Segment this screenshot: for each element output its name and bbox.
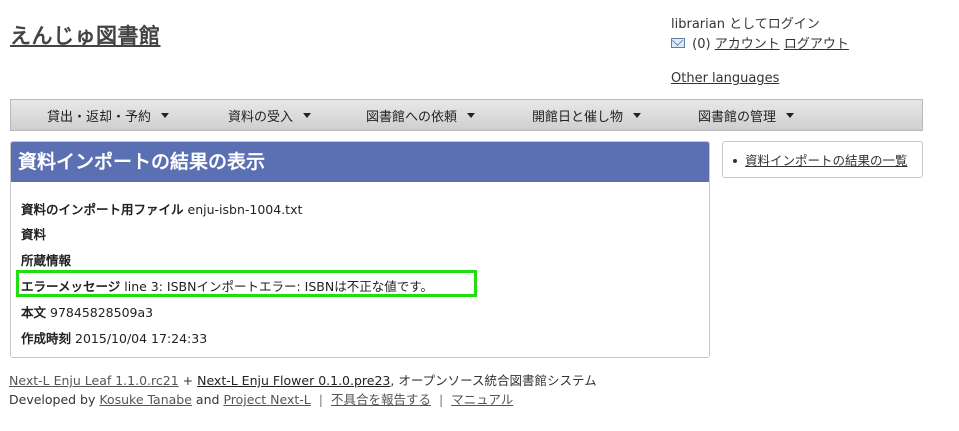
separator: |	[318, 392, 323, 407]
separator: |	[438, 392, 444, 407]
report-bug-link[interactable]: 不具合を報告する	[331, 392, 431, 407]
import-file-label: 資料のインポート用ファイル	[21, 202, 184, 217]
login-status: librarian としてログイン	[671, 17, 820, 32]
logout-link[interactable]: ログアウト	[784, 37, 849, 52]
caret-down-icon	[786, 112, 795, 118]
error-message-label: エラーメッセージ	[21, 279, 121, 294]
nav-label: 図書館への依頼	[366, 109, 458, 125]
item-row: 所蔵情報	[21, 250, 75, 269]
project-link[interactable]: Project Next-L	[223, 392, 310, 407]
other-languages-link[interactable]: Other languages	[671, 71, 779, 86]
account-link[interactable]: アカウント	[715, 37, 780, 52]
nav-admin[interactable]: 図書館の管理	[698, 106, 795, 125]
import-file-value: enju-isbn-1004.txt	[187, 202, 303, 217]
message-count: (0)	[692, 37, 711, 52]
nav-events[interactable]: 開館日と催し物	[532, 106, 642, 125]
created-row: 作成時刻 2015/10/04 17:24:33	[21, 328, 207, 347]
manual-link[interactable]: マニュアル	[451, 392, 513, 407]
page-title: 資料インポートの結果の表示	[11, 142, 709, 182]
and-text: and	[195, 392, 220, 407]
resource-row: 資料	[21, 224, 50, 243]
enju-leaf-link[interactable]: Next-L Enju Leaf 1.1.0.rc21	[9, 373, 179, 388]
created-value: 2015/10/04 17:24:33	[75, 331, 208, 346]
import-result-panel: 資料インポートの結果の表示 資料のインポート用ファイル enju-isbn-100…	[10, 141, 710, 358]
caret-down-icon	[467, 112, 476, 118]
body-value: 97845828509a3	[50, 305, 154, 320]
user-box: librarian としてログイン (0) アカウント ログアウト	[671, 15, 849, 55]
nav-label: 開館日と催し物	[532, 109, 624, 125]
body-label: 本文	[21, 305, 47, 320]
site-title[interactable]: えんじゅ図書館	[10, 20, 161, 50]
footer: Next-L Enju Leaf 1.1.0.rc21 + Next-L Enj…	[9, 371, 597, 409]
error-message-value: line 3: ISBNインポートエラー: ISBNは不正な値です。	[124, 279, 433, 294]
nav-label: 貸出・返却・予約	[47, 109, 152, 125]
main-nav: 貸出・返却・予約 資料の受入 図書館への依頼 開館日と催し物 図書館の管理	[10, 99, 923, 131]
nav-circulation[interactable]: 貸出・返却・予約	[47, 106, 170, 125]
error-message-row: エラーメッセージ line 3: ISBNインポートエラー: ISBNは不正な値で…	[21, 276, 433, 295]
author-link[interactable]: Kosuke Tanabe	[99, 392, 192, 407]
import-file-row: 資料のインポート用ファイル enju-isbn-1004.txt	[21, 199, 302, 218]
caret-down-icon	[303, 112, 312, 118]
created-label: 作成時刻	[21, 331, 72, 346]
nav-acquisition[interactable]: 資料の受入	[228, 106, 312, 125]
body-row: 本文 97845828509a3	[21, 302, 153, 321]
footer-suffix: , オープンソース統合図書館システム	[390, 373, 597, 388]
sidebar: 資料インポートの結果の一覧	[722, 141, 923, 178]
nav-label: 図書館の管理	[698, 109, 777, 125]
enju-flower-link[interactable]: Next-L Enju Flower 0.1.0.pre23	[197, 373, 390, 388]
import-results-list-link[interactable]: 資料インポートの結果の一覧	[745, 153, 908, 168]
developed-by-text: Developed by	[9, 392, 96, 407]
caret-down-icon	[161, 112, 170, 118]
resource-label: 資料	[21, 227, 47, 242]
footer-plus: +	[182, 373, 194, 388]
nav-label: 資料の受入	[228, 109, 294, 125]
bullet-icon	[733, 158, 737, 163]
nav-request[interactable]: 図書館への依頼	[366, 106, 476, 125]
caret-down-icon	[633, 112, 642, 118]
item-label: 所蔵情報	[21, 253, 72, 268]
mail-icon[interactable]	[671, 37, 685, 48]
